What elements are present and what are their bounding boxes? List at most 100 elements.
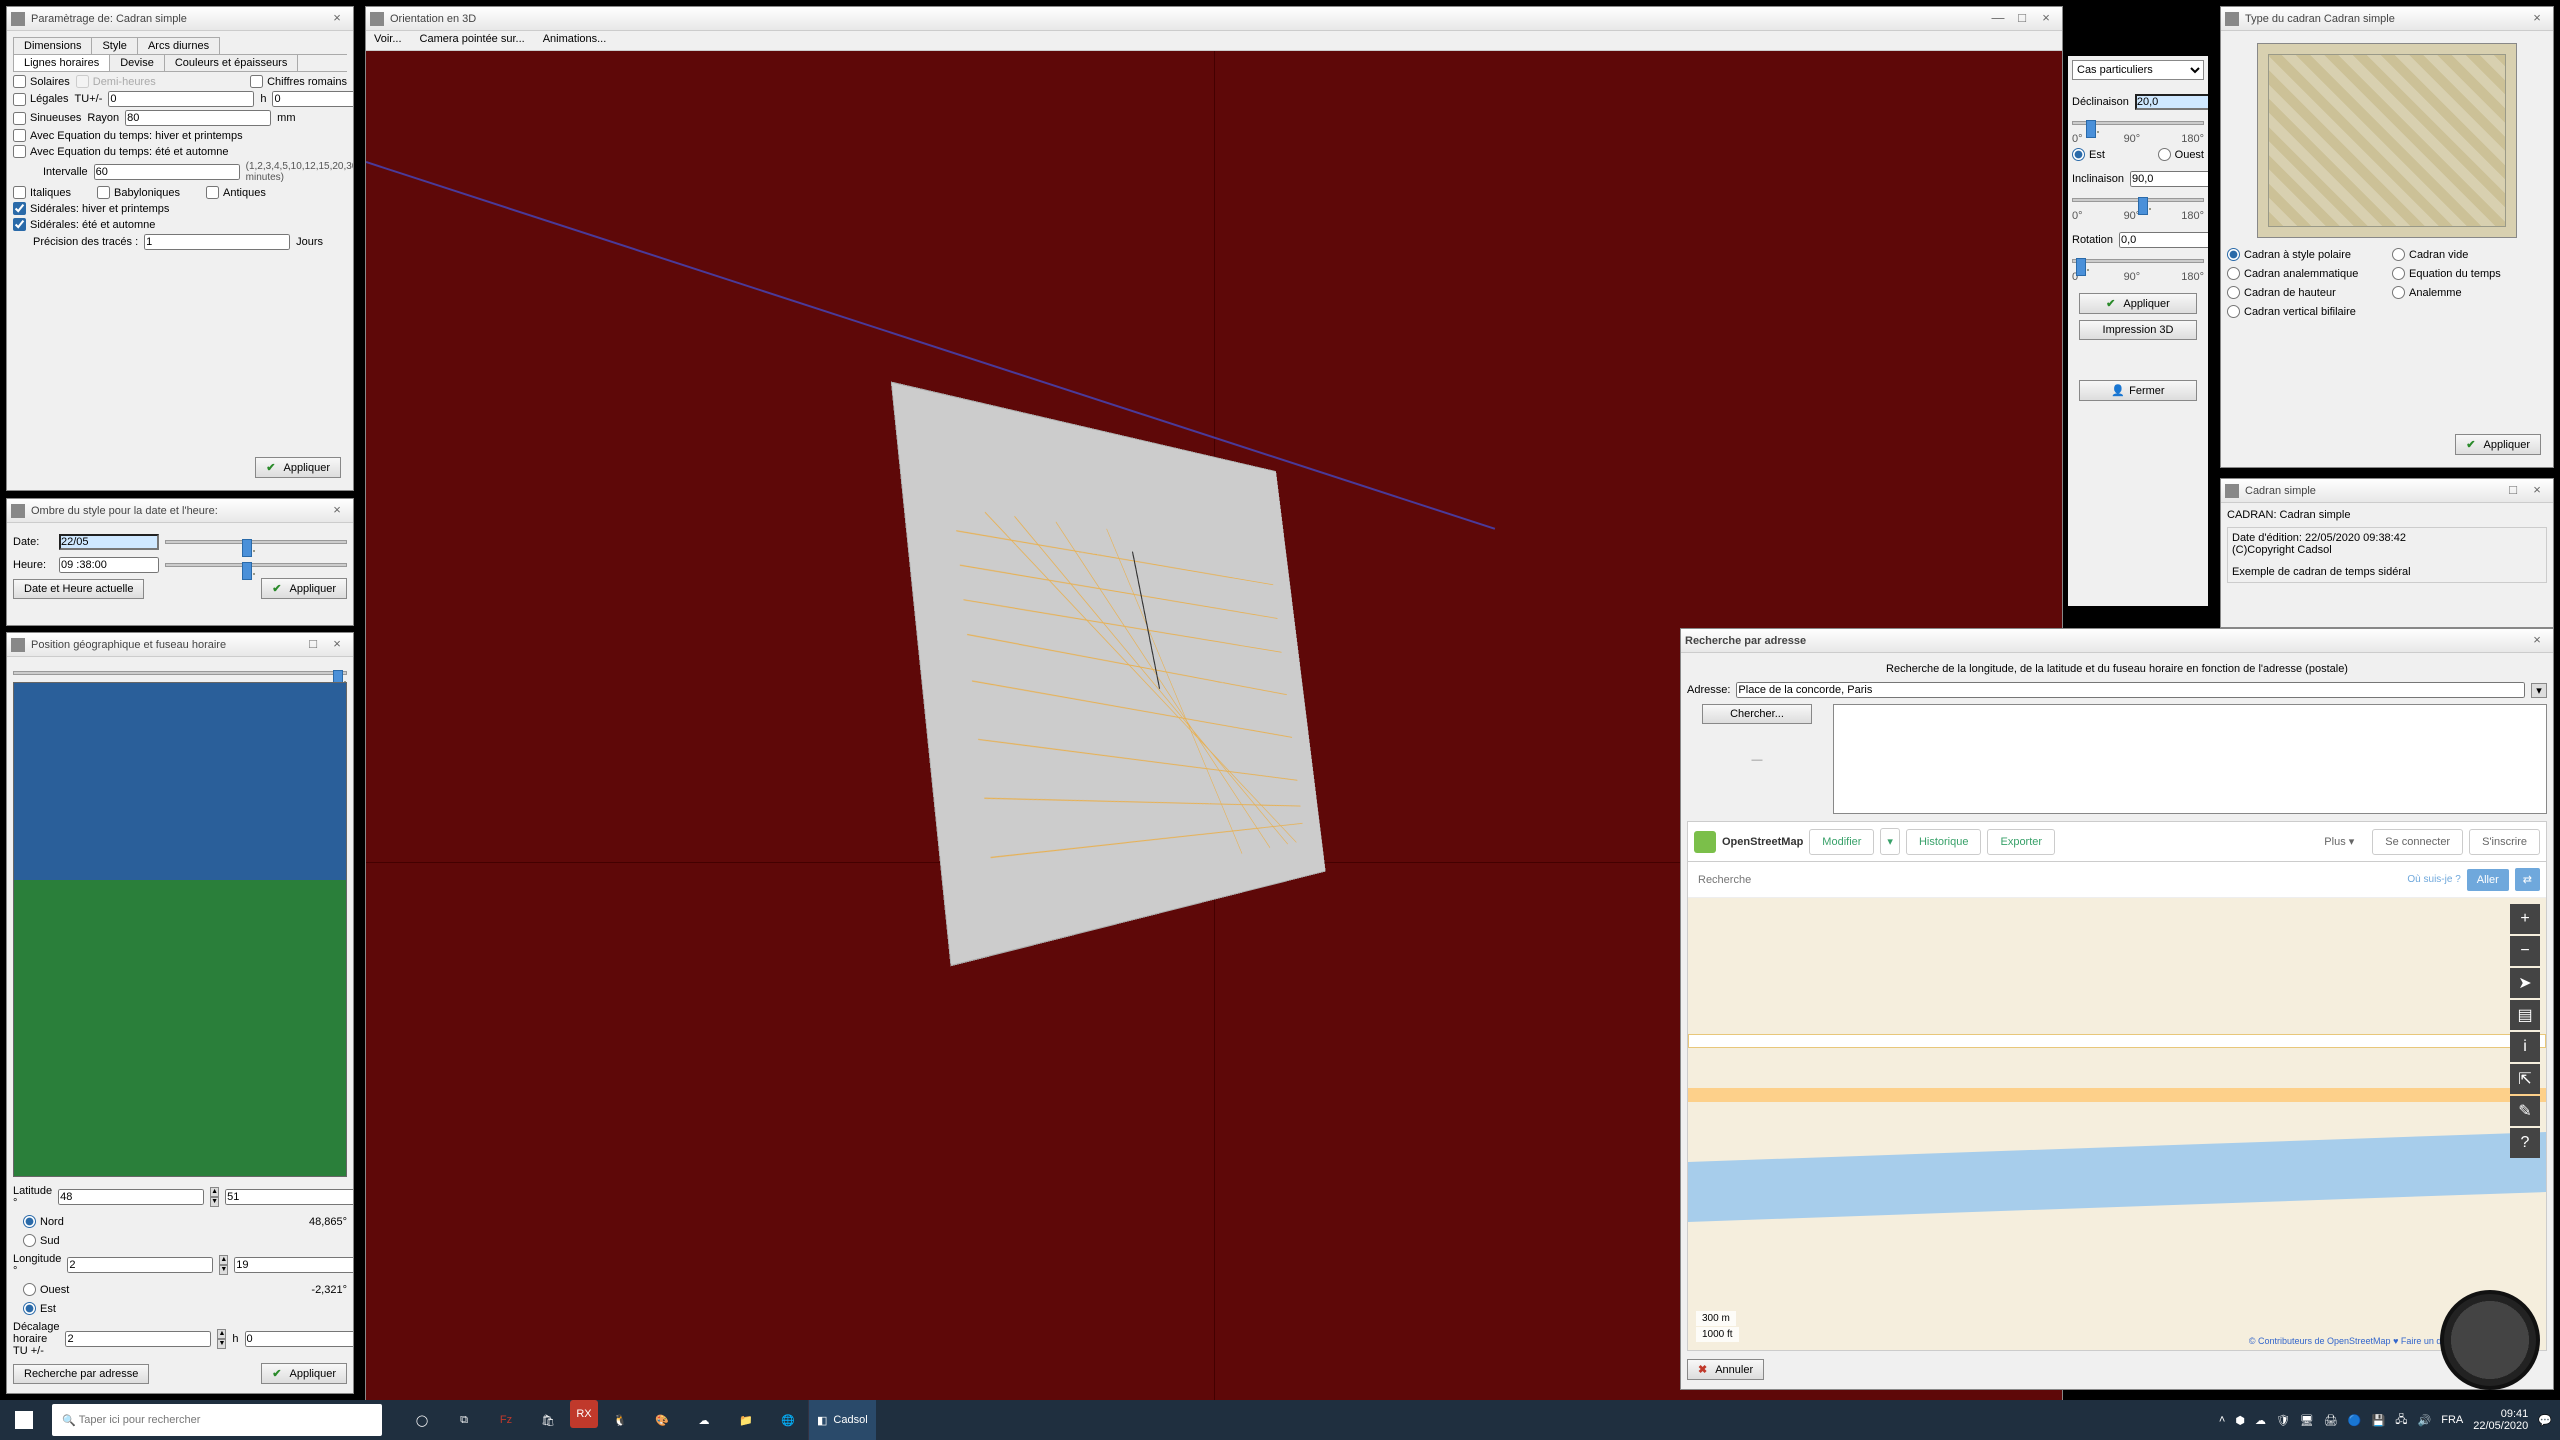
slider-rotation[interactable]: [2072, 259, 2204, 263]
slider-inclinaison[interactable]: [2072, 198, 2204, 202]
chk-sid-ete[interactable]: Sidérales: été et automne: [13, 218, 155, 231]
maximize-icon[interactable]: □: [301, 636, 325, 654]
menu-camera[interactable]: Camera pointée sur...: [420, 33, 525, 48]
close-icon[interactable]: ×: [2034, 10, 2058, 28]
filezilla-icon[interactable]: Fz: [486, 1400, 526, 1440]
tray-icon[interactable]: 🔵: [2348, 1414, 2362, 1427]
menu-animations[interactable]: Animations...: [543, 33, 607, 48]
slider-declinaison[interactable]: [2072, 121, 2204, 125]
input-adresse[interactable]: [1736, 682, 2525, 698]
tab-lignes-horaires[interactable]: Lignes horaires: [13, 54, 110, 71]
radio-ouest[interactable]: Ouest: [2158, 148, 2204, 161]
minimize-icon[interactable]: —: [1986, 10, 2010, 28]
directions-icon[interactable]: ⇄: [2515, 868, 2540, 891]
appliquer-button[interactable]: Appliquer: [261, 578, 347, 599]
osm-map[interactable]: 300 m 1000 ft © Contributeurs de OpenStr…: [1688, 898, 2546, 1350]
input-decal-m[interactable]: [245, 1331, 353, 1347]
input-rayon[interactable]: [125, 110, 271, 126]
chk-babyloniques[interactable]: Babyloniques: [97, 186, 180, 199]
tray-network-icon[interactable]: 🖧: [2395, 1411, 2407, 1430]
type-titlebar[interactable]: Type du cadran Cadran simple ×: [2221, 7, 2553, 31]
app-icon[interactable]: ☁: [684, 1400, 724, 1440]
chercher-button[interactable]: Chercher...: [1702, 704, 1812, 724]
radio-sud[interactable]: Sud: [23, 1234, 60, 1247]
exporter-button[interactable]: Exporter: [1987, 829, 2055, 855]
input-rotation[interactable]: [2119, 232, 2208, 248]
close-icon[interactable]: ×: [325, 10, 349, 28]
chk-sid-hiver[interactable]: Sidérales: hiver et printemps: [13, 202, 169, 215]
menu-voir[interactable]: Voir...: [374, 33, 402, 48]
ou-suis-je-link[interactable]: Où suis-je ?: [2407, 874, 2460, 885]
radio-est[interactable]: Est: [2072, 148, 2105, 161]
tray-notifications-icon[interactable]: 💬: [2538, 1414, 2552, 1427]
radio-vide[interactable]: Cadran vide: [2392, 248, 2547, 261]
taskbar-search[interactable]: 🔍 Taper ici pour rechercher: [52, 1404, 382, 1436]
plus-button[interactable]: Plus ▾: [2312, 829, 2366, 854]
appliquer-button[interactable]: Appliquer: [2079, 293, 2198, 314]
recherche-adresse-button[interactable]: Recherche par adresse: [13, 1364, 149, 1384]
map-europe[interactable]: [13, 682, 347, 1177]
input-tu-h[interactable]: [272, 91, 353, 107]
modifier-button[interactable]: Modifier: [1809, 829, 1874, 855]
radio-bifilaire[interactable]: Cadran vertical bifilaire: [2227, 305, 2382, 318]
explorer-icon[interactable]: 📁: [726, 1400, 766, 1440]
close-icon[interactable]: ×: [325, 636, 349, 654]
input-tu[interactable]: [108, 91, 254, 107]
now-button[interactable]: Date et Heure actuelle: [13, 579, 144, 599]
input-lat-m[interactable]: [225, 1189, 353, 1205]
input-lat-d[interactable]: [58, 1189, 204, 1205]
osm-logo[interactable]: OpenStreetMap: [1694, 831, 1803, 853]
input-date[interactable]: [59, 534, 159, 550]
radio-analemme[interactable]: Analemme: [2392, 286, 2547, 299]
input-lon-m[interactable]: [234, 1257, 353, 1273]
query-icon[interactable]: ?: [2510, 1128, 2540, 1158]
info-titlebar[interactable]: Cadran simple □ ×: [2221, 479, 2553, 503]
aller-button[interactable]: Aller: [2467, 869, 2509, 891]
tab-devise[interactable]: Devise: [109, 54, 165, 71]
historique-button[interactable]: Historique: [1906, 829, 1982, 855]
input-declinaison[interactable]: [2135, 94, 2208, 110]
tray-icon[interactable]: 🖥: [2300, 1414, 2314, 1427]
share-icon[interactable]: ⇱: [2510, 1064, 2540, 1094]
zoom-in-icon[interactable]: +: [2510, 904, 2540, 934]
select-cas[interactable]: Cas particuliers: [2072, 60, 2204, 80]
radio-hauteur[interactable]: Cadran de hauteur: [2227, 286, 2382, 299]
tab-arcs[interactable]: Arcs diurnes: [137, 37, 220, 54]
input-decal-h[interactable]: [65, 1331, 211, 1347]
start-button[interactable]: [0, 1400, 48, 1440]
geo-titlebar[interactable]: Position géographique et fuseau horaire …: [7, 633, 353, 657]
chk-antiques[interactable]: Antiques: [206, 186, 266, 199]
osm-search-input[interactable]: [1694, 870, 2401, 890]
chk-romains[interactable]: Chiffres romains: [250, 75, 347, 88]
chk-legales[interactable]: Légales: [13, 93, 69, 106]
tab-couleurs[interactable]: Couleurs et épaisseurs: [164, 54, 299, 71]
chk-solaires[interactable]: Solaires: [13, 75, 70, 88]
cortana-icon[interactable]: ◯: [402, 1400, 442, 1440]
appliquer-button[interactable]: Appliquer: [2455, 434, 2541, 455]
tray-clock[interactable]: 09:41 22/05/2020: [2473, 1408, 2528, 1432]
tray-chevron-icon[interactable]: ˄: [2219, 1414, 2225, 1426]
tab-dimensions[interactable]: Dimensions: [13, 37, 92, 54]
radio-analemmatique[interactable]: Cadran analemmatique: [2227, 267, 2382, 280]
ombre-titlebar[interactable]: Ombre du style pour la date et l'heure: …: [7, 499, 353, 523]
layers-icon[interactable]: ▤: [2510, 1000, 2540, 1030]
radio-polaire[interactable]: Cadran à style polaire: [2227, 248, 2382, 261]
appliquer-button[interactable]: Appliquer: [261, 1363, 347, 1384]
input-intervalle[interactable]: [94, 164, 240, 180]
input-inclinaison[interactable]: [2130, 171, 2208, 187]
input-lon-d[interactable]: [67, 1257, 213, 1273]
chk-eq-hiver[interactable]: Avec Equation du temps: hiver et printem…: [13, 129, 243, 142]
tray-icon[interactable]: ⬢: [2235, 1414, 2245, 1427]
app-icon[interactable]: 🐧: [600, 1400, 640, 1440]
adresse-titlebar[interactable]: Recherche par adresse ×: [1681, 629, 2553, 653]
viewport-titlebar[interactable]: Orientation en 3D — □ ×: [366, 7, 2062, 31]
maximize-icon[interactable]: □: [2501, 482, 2525, 500]
chk-demiheures[interactable]: Demi-heures: [76, 75, 156, 88]
tray-icon[interactable]: ☁: [2255, 1414, 2266, 1427]
impression-3d-button[interactable]: Impression 3D: [2079, 320, 2198, 340]
tray-volume-icon[interactable]: 🔊: [2418, 1414, 2432, 1427]
rx-icon[interactable]: RX: [570, 1400, 598, 1428]
slider-geo-top[interactable]: [13, 671, 347, 675]
slider-date[interactable]: [165, 540, 347, 544]
app-icon[interactable]: 🎨: [642, 1400, 682, 1440]
